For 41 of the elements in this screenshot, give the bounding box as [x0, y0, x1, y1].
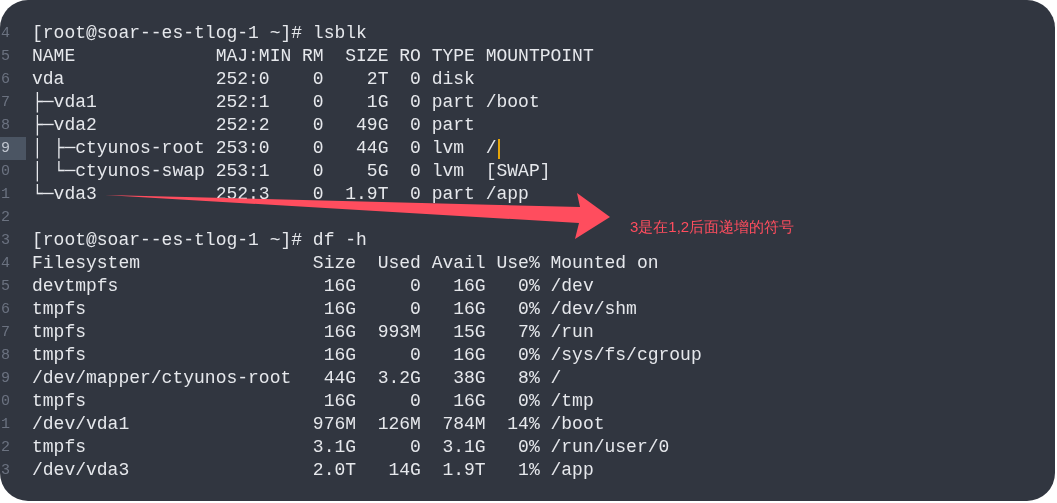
text-cursor [498, 138, 501, 159]
line-number: 8 [0, 346, 11, 366]
line-number: 6 [0, 70, 11, 90]
terminal-line: tmpfs 3.1G 0 3.1G 0% /run/user/0 [32, 436, 670, 459]
line-number: 2 [0, 438, 11, 458]
terminal-line: /dev/vda3 2.0T 14G 1.9T 1% /app [32, 459, 594, 482]
line-number: 1 [0, 185, 11, 205]
terminal-line: Filesystem Size Used Avail Use% Mounted on [32, 252, 659, 275]
terminal-line: vda 252:0 0 2T 0 disk [32, 68, 475, 91]
line-number: 0 [0, 162, 11, 182]
line-number: 7 [0, 323, 11, 343]
terminal-line: /dev/mapper/ctyunos-root 44G 3.2G 38G 8% / [32, 367, 562, 390]
terminal-line: ├─vda1 252:1 0 1G 0 part /boot [32, 91, 540, 114]
line-number: 3 [0, 461, 11, 481]
line-number: 5 [0, 47, 11, 67]
line-number: 9 [0, 137, 26, 160]
terminal-line: /dev/vda1 976M 126M 784M 14% /boot [32, 413, 605, 436]
line-number: 1 [0, 415, 11, 435]
terminal-line: │ ├─ctyunos-root 253:0 0 44G 0 lvm / [32, 137, 497, 160]
line-number: 2 [0, 208, 11, 228]
line-number: 9 [0, 369, 11, 389]
line-number: 5 [0, 277, 11, 297]
line-number: 7 [0, 93, 11, 113]
terminal-line: [root@soar--es-tlog-1 ~]# df -h [32, 229, 367, 252]
terminal-line: tmpfs 16G 0 16G 0% /dev/shm [32, 298, 637, 321]
line-number: 6 [0, 300, 11, 320]
annotation-text: 3是在1,2后面递增的符号 [630, 217, 795, 237]
terminal-line: └─vda3 252:3 0 1.9T 0 part /app [32, 183, 529, 206]
line-number: 8 [0, 116, 11, 136]
terminal-line: tmpfs 16G 993M 15G 7% /run [32, 321, 594, 344]
terminal-line: ├─vda2 252:2 0 49G 0 part [32, 114, 475, 137]
terminal-line: tmpfs 16G 0 16G 0% /tmp [32, 390, 594, 413]
line-number: 4 [0, 24, 11, 44]
terminal-line: tmpfs 16G 0 16G 0% /sys/fs/cgroup [32, 344, 702, 367]
line-number: 3 [0, 231, 11, 251]
terminal-line: │ └─ctyunos-swap 253:1 0 5G 0 lvm [SWAP] [32, 160, 551, 183]
terminal-line: [root@soar--es-tlog-1 ~]# lsblk [32, 22, 367, 45]
terminal-line: NAME MAJ:MIN RM SIZE RO TYPE MOUNTPOINT [32, 45, 594, 68]
line-number: 4 [0, 254, 11, 274]
line-number: 0 [0, 392, 11, 412]
terminal-line: devtmpfs 16G 0 16G 0% /dev [32, 275, 594, 298]
